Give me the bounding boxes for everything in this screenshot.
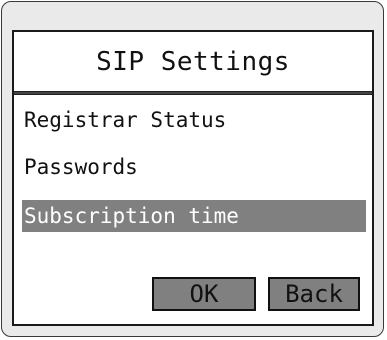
ok-button[interactable]: OK <box>152 277 256 311</box>
lcd-screen: SIP Settings Registrar Status Passwords … <box>12 30 374 326</box>
menu-item-registrar-status[interactable]: Registrar Status <box>22 104 366 136</box>
menu-item-subscription-time[interactable]: Subscription time <box>22 200 366 232</box>
back-button[interactable]: Back <box>268 277 360 311</box>
title-divider <box>14 91 372 95</box>
device-frame: SIP Settings Registrar Status Passwords … <box>1 1 384 337</box>
menu-item-passwords[interactable]: Passwords <box>22 151 366 183</box>
screen-title: SIP Settings <box>96 47 290 77</box>
